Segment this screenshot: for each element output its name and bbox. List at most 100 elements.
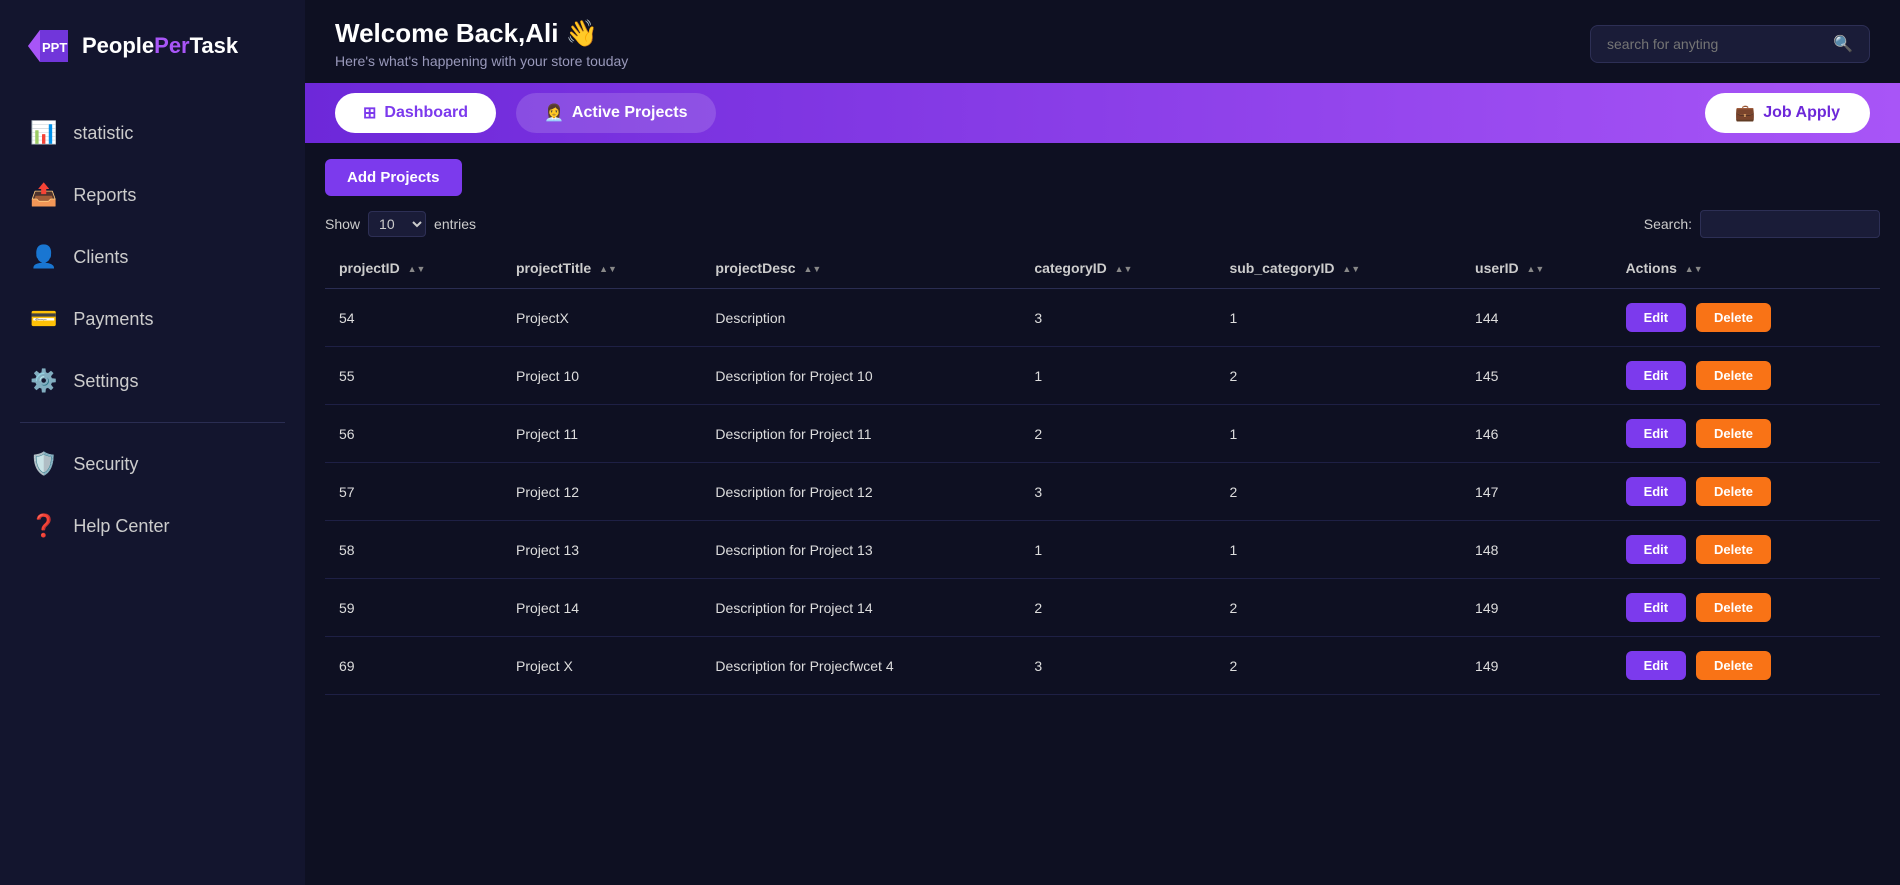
- dashboard-tab[interactable]: ⊞ Dashboard: [335, 93, 496, 133]
- cell-title: Project X: [502, 637, 701, 695]
- cell-id: 58: [325, 521, 502, 579]
- cell-sub-category-id: 1: [1215, 289, 1461, 347]
- sidebar-item-help-center[interactable]: ❓ Help Center: [0, 495, 305, 557]
- cell-id: 54: [325, 289, 502, 347]
- col-actions: Actions ▲▼: [1612, 248, 1880, 289]
- entries-select[interactable]: 10 25 50 100: [368, 211, 426, 237]
- sidebar-item-settings[interactable]: ⚙️ Settings: [0, 350, 305, 412]
- search-icon: 🔍: [1833, 34, 1853, 54]
- edit-button[interactable]: Edit: [1626, 303, 1687, 332]
- col-user-id: userID ▲▼: [1461, 248, 1612, 289]
- logo-area: PPT PeoplePerTask: [0, 0, 305, 92]
- cell-user-id: 144: [1461, 289, 1612, 347]
- cell-desc: Description for Project 13: [701, 521, 1020, 579]
- sort-icons-user: ▲▼: [1527, 264, 1545, 274]
- sort-icons-title: ▲▼: [599, 264, 617, 274]
- cell-desc: Description for Projecfwcet 4: [701, 637, 1020, 695]
- sort-icons-id: ▲▼: [408, 264, 426, 274]
- job-apply-label: Job Apply: [1763, 104, 1840, 122]
- sort-icons-actions: ▲▼: [1685, 264, 1703, 274]
- cell-desc: Description for Project 10: [701, 347, 1020, 405]
- edit-button[interactable]: Edit: [1626, 477, 1687, 506]
- cell-id: 55: [325, 347, 502, 405]
- col-project-id: projectID ▲▼: [325, 248, 502, 289]
- show-entries: Show 10 25 50 100 entries: [325, 211, 476, 237]
- welcome-title: Welcome Back,Ali 👋: [335, 18, 628, 49]
- header-right: 🔍: [1590, 25, 1870, 63]
- cell-actions: Edit Delete: [1612, 463, 1880, 521]
- svg-text:PPT: PPT: [42, 40, 67, 55]
- add-projects-button[interactable]: Add Projects: [325, 159, 462, 196]
- cell-actions: Edit Delete: [1612, 637, 1880, 695]
- delete-button[interactable]: Delete: [1696, 477, 1771, 506]
- active-projects-icon: 👩‍💼: [544, 103, 564, 123]
- cell-actions: Edit Delete: [1612, 289, 1880, 347]
- table-row: 56 Project 11 Description for Project 11…: [325, 405, 1880, 463]
- sidebar-item-settings-label: Settings: [73, 371, 138, 392]
- entries-label: entries: [434, 216, 476, 232]
- delete-button[interactable]: Delete: [1696, 361, 1771, 390]
- sidebar-item-payments[interactable]: 💳 Payments: [0, 288, 305, 350]
- delete-button[interactable]: Delete: [1696, 535, 1771, 564]
- sort-icons-cat: ▲▼: [1115, 264, 1133, 274]
- sidebar-item-reports-label: Reports: [73, 185, 136, 206]
- edit-button[interactable]: Edit: [1626, 535, 1687, 564]
- edit-button[interactable]: Edit: [1626, 361, 1687, 390]
- logo-icon: PPT: [24, 22, 72, 70]
- active-projects-label: Active Projects: [572, 104, 688, 122]
- cell-title: Project 10: [502, 347, 701, 405]
- sidebar-item-reports[interactable]: 📤 Reports: [0, 164, 305, 226]
- delete-button[interactable]: Delete: [1696, 419, 1771, 448]
- table-body: 54 ProjectX Description 3 1 144 Edit Del…: [325, 289, 1880, 695]
- cell-category-id: 2: [1020, 405, 1215, 463]
- delete-button[interactable]: Delete: [1696, 303, 1771, 332]
- sidebar-item-statistic[interactable]: 📊 statistic: [0, 102, 305, 164]
- main: Welcome Back,Ali 👋 Here's what's happeni…: [305, 0, 1900, 885]
- cell-sub-category-id: 2: [1215, 463, 1461, 521]
- cell-category-id: 1: [1020, 521, 1215, 579]
- clients-icon: 👤: [30, 244, 57, 270]
- sidebar-item-statistic-label: statistic: [73, 123, 133, 144]
- table-search-input[interactable]: [1700, 210, 1880, 238]
- cell-sub-category-id: 2: [1215, 347, 1461, 405]
- show-label: Show: [325, 216, 360, 232]
- logo-text: PeoplePerTask: [82, 33, 238, 59]
- content-area: Add Projects Show 10 25 50 100 entries S…: [305, 143, 1900, 885]
- sidebar-item-security[interactable]: 🛡️ Security: [0, 433, 305, 495]
- projects-table: projectID ▲▼ projectTitle ▲▼ projectDesc…: [325, 248, 1880, 695]
- cell-id: 57: [325, 463, 502, 521]
- job-apply-tab[interactable]: 💼 Job Apply: [1705, 93, 1870, 133]
- edit-button[interactable]: Edit: [1626, 419, 1687, 448]
- table-controls: Show 10 25 50 100 entries Search:: [325, 210, 1880, 238]
- cell-id: 69: [325, 637, 502, 695]
- sidebar-item-help-center-label: Help Center: [73, 516, 169, 537]
- table-row: 69 Project X Description for Projecfwcet…: [325, 637, 1880, 695]
- cell-id: 56: [325, 405, 502, 463]
- search-input[interactable]: [1607, 36, 1825, 52]
- edit-button[interactable]: Edit: [1626, 651, 1687, 680]
- col-category-id: categoryID ▲▼: [1020, 248, 1215, 289]
- delete-button[interactable]: Delete: [1696, 651, 1771, 680]
- header-left: Welcome Back,Ali 👋 Here's what's happeni…: [335, 18, 628, 69]
- table-header: projectID ▲▼ projectTitle ▲▼ projectDesc…: [325, 248, 1880, 289]
- cell-sub-category-id: 2: [1215, 637, 1461, 695]
- dashboard-tab-label: Dashboard: [384, 104, 468, 122]
- col-project-title: projectTitle ▲▼: [502, 248, 701, 289]
- table-row: 55 Project 10 Description for Project 10…: [325, 347, 1880, 405]
- delete-button[interactable]: Delete: [1696, 593, 1771, 622]
- cell-title: Project 12: [502, 463, 701, 521]
- cell-category-id: 3: [1020, 637, 1215, 695]
- active-projects-tab[interactable]: 👩‍💼 Active Projects: [516, 93, 716, 133]
- sidebar-item-clients[interactable]: 👤 Clients: [0, 226, 305, 288]
- help-center-icon: ❓: [30, 513, 57, 539]
- table-row: 59 Project 14 Description for Project 14…: [325, 579, 1880, 637]
- col-sub-category-id: sub_categoryID ▲▼: [1215, 248, 1461, 289]
- sidebar: PPT PeoplePerTask 📊 statistic 📤 Reports …: [0, 0, 305, 885]
- cell-category-id: 3: [1020, 463, 1215, 521]
- cell-category-id: 3: [1020, 289, 1215, 347]
- edit-button[interactable]: Edit: [1626, 593, 1687, 622]
- cell-sub-category-id: 2: [1215, 579, 1461, 637]
- search-label: Search:: [1644, 216, 1692, 232]
- cell-id: 59: [325, 579, 502, 637]
- cell-desc: Description for Project 12: [701, 463, 1020, 521]
